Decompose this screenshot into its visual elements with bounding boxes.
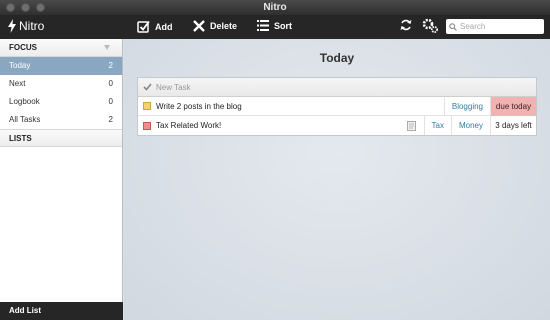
focus-header-label: FOCUS: [9, 43, 37, 52]
new-task-row[interactable]: [138, 78, 536, 97]
sidebar-item-count: 0: [108, 97, 113, 106]
main-panel: Today Write 2 posts in the blog Blogging…: [124, 39, 550, 320]
sidebar-item-today[interactable]: Today 2: [0, 57, 122, 75]
sort-label: Sort: [274, 20, 292, 31]
window-title: Nitro: [263, 2, 287, 13]
search-box[interactable]: [446, 19, 544, 34]
lists-header-label: LISTS: [9, 134, 32, 143]
search-icon: [449, 22, 457, 31]
task-tag[interactable]: Money: [450, 116, 490, 135]
sync-icon[interactable]: [400, 19, 412, 31]
gear-icon[interactable]: [422, 18, 439, 34]
check-icon: [143, 83, 152, 91]
sidebar-item-label: Logbook: [9, 97, 40, 106]
delete-button[interactable]: Delete: [193, 20, 237, 32]
task-row[interactable]: Tax Related Work! Tax Money 3 days left: [138, 116, 536, 135]
delete-x-icon: [193, 20, 205, 32]
sidebar-item-all-tasks[interactable]: All Tasks 2: [0, 111, 122, 129]
sidebar: FOCUS Today 2 Next 0 Logbook 0 All Tasks…: [0, 39, 123, 320]
brand-name: Nitro: [19, 19, 45, 33]
task-due-date[interactable]: due today: [490, 96, 536, 116]
lists-section-header[interactable]: LISTS: [0, 129, 122, 147]
sidebar-item-count: 2: [108, 61, 113, 70]
task-name[interactable]: Tax Related Work!: [156, 121, 407, 130]
window-titlebar: Nitro: [0, 0, 550, 15]
add-button[interactable]: Add: [137, 20, 173, 33]
task-list: Write 2 posts in the blog Blogging due t…: [137, 77, 537, 136]
sidebar-item-next[interactable]: Next 0: [0, 75, 122, 93]
task-due-date[interactable]: 3 days left: [490, 116, 536, 135]
add-check-icon: [137, 20, 150, 33]
task-row[interactable]: Write 2 posts in the blog Blogging due t…: [138, 96, 536, 116]
task-checkbox[interactable]: [143, 121, 151, 130]
page-title: Today: [319, 51, 355, 65]
sort-list-icon: [257, 20, 269, 31]
task-tag[interactable]: Blogging: [443, 96, 490, 116]
sidebar-item-label: All Tasks: [9, 115, 41, 124]
task-name[interactable]: Write 2 posts in the blog: [156, 102, 444, 111]
add-label: Add: [155, 21, 173, 32]
lightning-icon: [8, 19, 16, 33]
task-tag[interactable]: Tax: [423, 116, 451, 135]
delete-label: Delete: [210, 21, 238, 31]
sidebar-item-label: Next: [9, 79, 26, 88]
task-checkbox[interactable]: [143, 102, 151, 110]
sidebar-item-logbook[interactable]: Logbook 0: [0, 93, 122, 111]
sidebar-item-count: 0: [108, 79, 113, 88]
toolbar: Nitro Add Delete Sort: [0, 15, 550, 39]
collapse-triangle-icon[interactable]: [104, 45, 110, 50]
note-icon[interactable]: [406, 120, 416, 131]
brand: Nitro: [8, 19, 44, 33]
add-list-button[interactable]: Add List: [0, 302, 123, 320]
focus-section-header[interactable]: FOCUS: [0, 39, 122, 57]
new-task-input[interactable]: [156, 82, 456, 92]
sort-button[interactable]: Sort: [257, 20, 292, 31]
search-input[interactable]: [460, 22, 540, 31]
sidebar-item-count: 2: [108, 115, 113, 124]
sidebar-item-label: Today: [9, 61, 31, 70]
